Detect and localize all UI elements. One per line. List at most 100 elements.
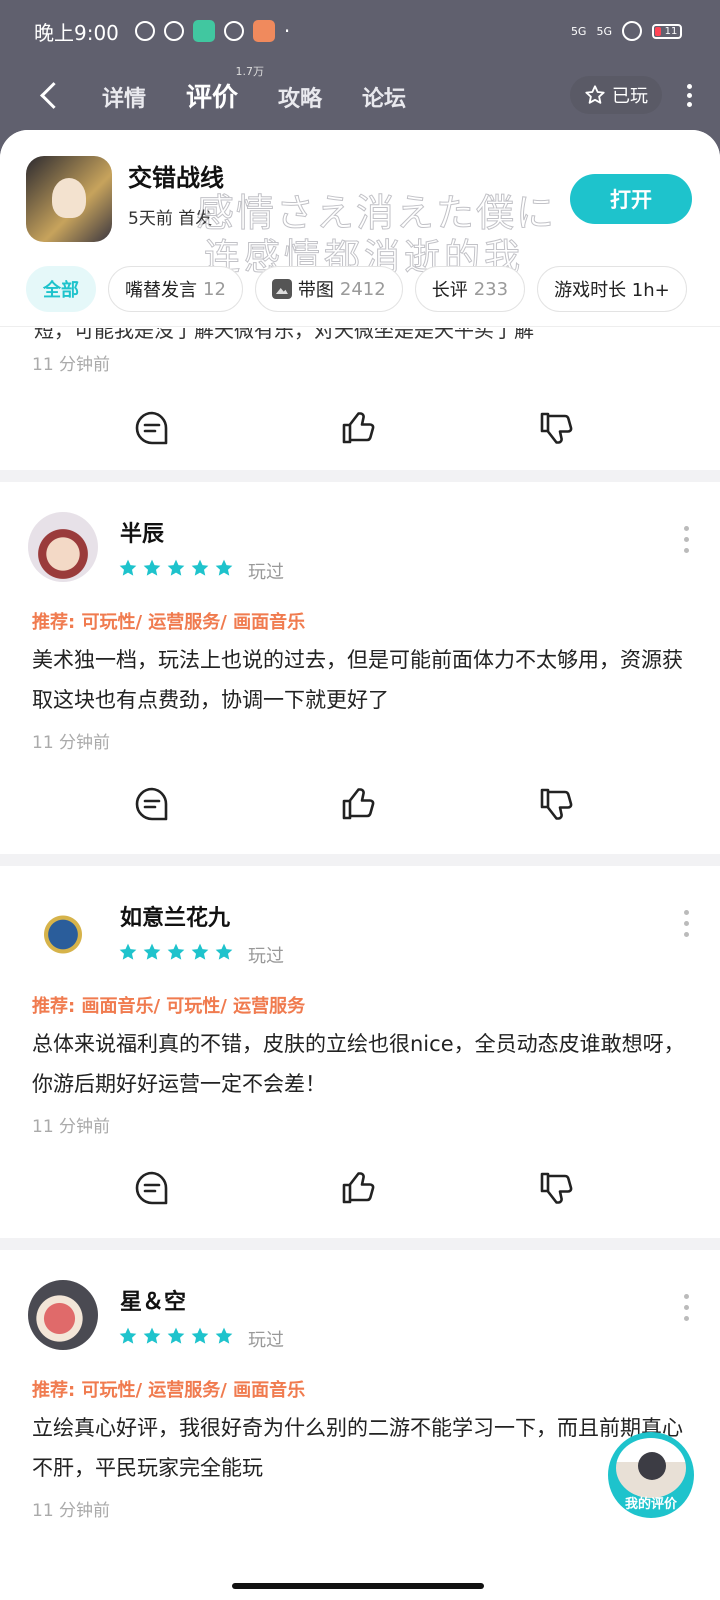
review-recommend-tags: 推荐: 画面音乐/ 可玩性/ 运营服务	[32, 996, 306, 1017]
partial-review-time: 11 分钟前	[32, 355, 111, 375]
section-divider	[0, 1238, 720, 1250]
more-notifications-dot: ·	[283, 19, 291, 43]
signal-5g-2: 5G	[596, 24, 612, 38]
review-body: 总体来说福利真的不错，皮肤的立绘也很nice，全员动态皮谁敢想呀，你游后期好好运…	[32, 1032, 685, 1096]
star-icon	[119, 559, 137, 576]
filter-long-reviews-count: 233	[473, 278, 509, 300]
comment-icon[interactable]	[132, 408, 172, 448]
star-icon	[119, 1327, 137, 1344]
rating-stars	[118, 558, 234, 578]
tab-reviews-label: 评价	[186, 82, 239, 113]
filter-long-reviews-label: 长评	[431, 280, 468, 301]
back-arrow-icon[interactable]	[36, 80, 66, 110]
tab-bar: 详情 评价 1.7万 攻略 论坛	[102, 65, 406, 114]
app-notification-icon-3	[252, 20, 275, 42]
review-username[interactable]: 半辰	[120, 516, 164, 548]
thumbs-up-icon[interactable]	[338, 408, 378, 448]
review-more-icon[interactable]	[682, 1294, 690, 1321]
filter-divider	[0, 326, 720, 327]
partial-review-actions	[0, 408, 720, 468]
my-review-button[interactable]: 我的评价	[608, 1432, 694, 1518]
app-notification-icon	[192, 20, 215, 42]
game-header: 交错战线 5天前 首发 感情さえ消えた僕に 连感情都消逝的我 打开	[0, 130, 720, 279]
played-button-label: 已玩	[612, 86, 648, 107]
star-icon	[119, 943, 137, 960]
thumbs-down-icon[interactable]	[536, 408, 576, 448]
thumbs-down-icon[interactable]	[536, 784, 576, 824]
rating-stars	[118, 1326, 234, 1346]
status-bar: 晚上9:00 · 5G 5G 11	[0, 0, 720, 62]
partial-review-text: 短，可能我是没了解天微有乐，对天微坐是是天平买了解	[34, 328, 534, 342]
star-icon	[143, 1327, 161, 1344]
review-time: 11 分钟前	[32, 733, 111, 753]
filter-long-reviews[interactable]: 长评 233	[414, 266, 526, 312]
filter-with-images-count: 2412	[339, 278, 386, 300]
star-icon	[215, 943, 233, 960]
review-recommend-tags: 推荐: 可玩性/ 运营服务/ 画面音乐	[32, 612, 306, 633]
signal-5g-1: 5G	[570, 24, 587, 38]
thumbs-up-icon[interactable]	[338, 1168, 378, 1208]
comment-icon[interactable]	[132, 784, 172, 824]
open-button[interactable]: 打开	[570, 174, 692, 224]
played-button[interactable]: 已玩	[570, 76, 662, 114]
game-icon[interactable]	[26, 156, 112, 242]
section-divider	[0, 854, 720, 866]
filter-all[interactable]: 全部	[26, 266, 96, 312]
my-review-label: 我的评价	[624, 1497, 677, 1512]
star-icon	[143, 943, 161, 960]
comment-icon[interactable]	[132, 1168, 172, 1208]
star-icon	[215, 1327, 233, 1344]
app-notification-icon-2	[223, 21, 244, 41]
rating-stars	[118, 942, 234, 962]
review-recommend-tags: 推荐: 可玩性/ 运营服务/ 画面音乐	[32, 1380, 306, 1401]
filter-playtime[interactable]: 游戏时长 1h+	[537, 266, 687, 312]
more-options-icon[interactable]	[674, 83, 704, 107]
review-feed[interactable]: 短，可能我是没了解天微有乐，对天微坐是是天平买了解 11 分钟前 半辰 玩过 推…	[0, 328, 720, 1600]
review-body: 立绘真心好评，我很好奇为什么别的二游不能学习一下，而且前期真心不肝，平民玩家完全…	[32, 1416, 683, 1480]
tab-details[interactable]: 详情	[102, 81, 146, 113]
filter-with-images-label: 带图	[297, 280, 334, 301]
filter-chips: 全部 嘴替发言 12 带图 2412 长评 233 游戏时长 1h+	[26, 266, 720, 316]
review-more-icon[interactable]	[682, 526, 690, 553]
played-status: 玩过	[248, 946, 284, 967]
tab-reviews[interactable]: 评价 1.7万	[186, 65, 264, 114]
star-icon	[191, 1327, 209, 1344]
thumbs-up-icon[interactable]	[338, 784, 378, 824]
avatar[interactable]	[28, 896, 98, 966]
review-username[interactable]: 如意兰花九	[120, 900, 230, 932]
star-icon	[167, 1327, 185, 1344]
review-username[interactable]: 星＆空	[120, 1284, 186, 1316]
avatar[interactable]	[28, 1280, 98, 1350]
section-divider	[0, 470, 720, 482]
star-icon	[191, 943, 209, 960]
star-icon	[167, 943, 185, 960]
played-status: 玩过	[248, 1330, 284, 1351]
filter-quotes[interactable]: 嘴替发言 12	[108, 266, 243, 312]
filter-with-images[interactable]: 带图 2412	[254, 266, 403, 312]
star-icon	[215, 559, 233, 576]
my-avatar	[616, 1438, 686, 1498]
filter-quotes-label: 嘴替发言	[125, 280, 197, 301]
review-card: 如意兰花九 玩过 推荐: 画面音乐/ 可玩性/ 运营服务 总体来说福利真的不错，…	[0, 866, 720, 1238]
hotspot-icon	[622, 21, 642, 41]
avatar[interactable]	[28, 512, 98, 582]
tab-guides[interactable]: 攻略	[278, 81, 322, 113]
status-time: 晚上9:00	[34, 20, 119, 45]
battery-icon	[652, 23, 682, 39]
top-nav: 详情 评价 1.7万 攻略 论坛 已玩	[0, 62, 720, 128]
filter-playtime-label: 游戏时长 1h+	[554, 280, 670, 301]
tab-reviews-count: 1.7万	[235, 64, 265, 78]
review-body: 美术独一档，玩法上也说的过去，但是可能前面体力不太够用，资源获取这块也有点费劲，…	[32, 648, 683, 712]
home-indicator[interactable]	[232, 1583, 484, 1589]
thumbs-down-icon[interactable]	[536, 1168, 576, 1208]
filter-quotes-count: 12	[203, 278, 226, 300]
content-sheet: 交错战线 5天前 首发 感情さえ消えた僕に 连感情都消逝的我 打开 全部 嘴替发…	[0, 130, 720, 1600]
review-more-icon[interactable]	[682, 910, 690, 937]
star-outline-icon	[585, 85, 605, 104]
review-time: 11 分钟前	[32, 1501, 111, 1521]
review-time: 11 分钟前	[32, 1117, 111, 1137]
tab-forum[interactable]: 论坛	[362, 81, 406, 113]
review-card: 星＆空 玩过 推荐: 可玩性/ 运营服务/ 画面音乐 立绘真心好评，我很好奇为什…	[0, 1250, 720, 1600]
review-actions	[0, 784, 720, 844]
review-actions	[0, 1168, 720, 1228]
